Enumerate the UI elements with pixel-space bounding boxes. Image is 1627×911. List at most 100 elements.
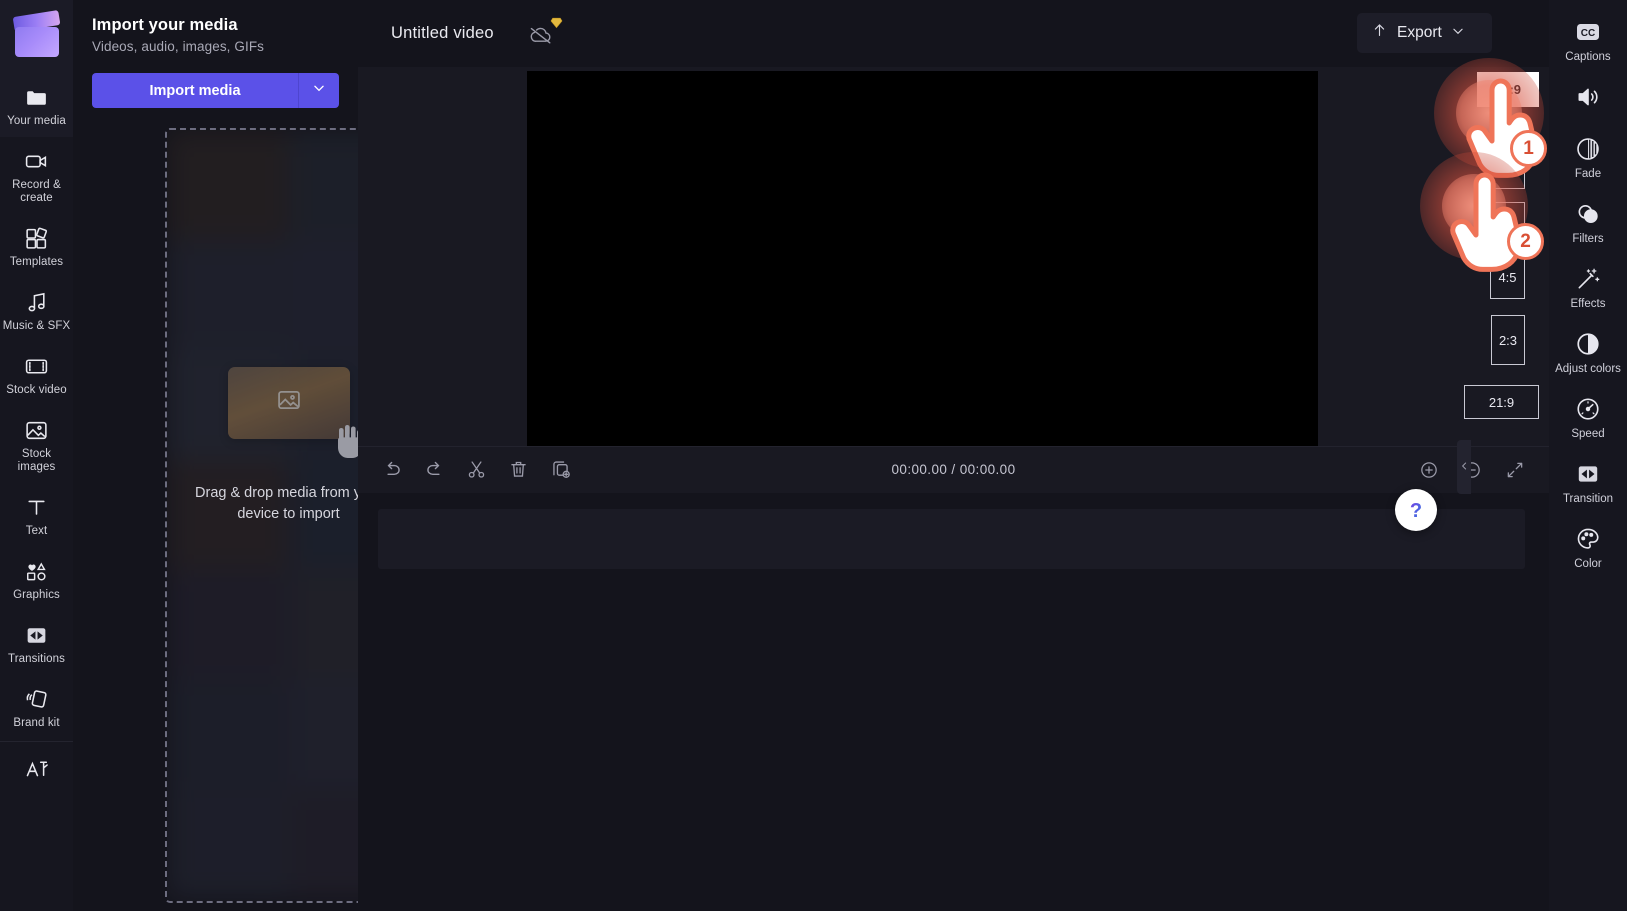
- sidebar-item-label: Brand kit: [13, 717, 60, 729]
- tool-label: Color: [1574, 558, 1602, 570]
- sidebar-item-templates[interactable]: Templates: [0, 214, 73, 278]
- sidebar-item-label: Music & SFX: [2, 320, 71, 332]
- tool-adjust-colors[interactable]: Adjust colors: [1549, 320, 1627, 385]
- scissors-icon[interactable]: [464, 457, 489, 482]
- editor-main-area: Untitled video Export 00:00.00 / 00:00.0…: [358, 0, 1549, 911]
- sidebar-item-label: Text: [25, 525, 48, 537]
- export-button[interactable]: Export: [1357, 13, 1492, 53]
- media-dropzone[interactable]: Drag & drop media from your device to im…: [165, 128, 358, 903]
- video-title[interactable]: Untitled video: [391, 24, 494, 43]
- export-label: Export: [1397, 24, 1442, 41]
- tool-label: Filters: [1572, 233, 1604, 245]
- sidebar-item-text[interactable]: Text: [0, 483, 73, 547]
- magic-wand-effects-icon: [1574, 265, 1602, 293]
- tool-volume[interactable]: [1549, 73, 1627, 125]
- fit-to-screen-icon[interactable]: [1502, 457, 1527, 482]
- timecode-separator: /: [947, 462, 960, 477]
- media-panel: Import your media Videos, audio, images,…: [73, 0, 358, 911]
- translate-language-icon: [24, 755, 50, 781]
- trash-icon[interactable]: [506, 457, 531, 482]
- color-palette-icon: [1574, 525, 1602, 553]
- speedometer-icon: [1574, 395, 1602, 423]
- zoom-in-circle-icon[interactable]: [1416, 457, 1441, 482]
- transition-icon: [1574, 460, 1602, 488]
- import-button-group: Import media: [92, 73, 339, 108]
- sidebar-item-brand-kit[interactable]: Brand kit: [0, 675, 73, 739]
- import-media-button[interactable]: Import media: [92, 73, 298, 108]
- sidebar-item-graphics[interactable]: Graphics: [0, 547, 73, 611]
- sidebar-item-your-media[interactable]: Your media: [0, 73, 73, 137]
- panel-subtitle: Videos, audio, images, GIFs: [92, 39, 265, 54]
- adjust-colors-contrast-icon: [1574, 330, 1602, 358]
- timeline-empty-track[interactable]: [378, 508, 1525, 569]
- timeline-zoom-tools: [1416, 457, 1527, 482]
- sidebar-item-label: Transitions: [8, 653, 65, 665]
- undo-arrow-icon[interactable]: [380, 457, 405, 482]
- film-strip-icon: [24, 353, 50, 379]
- aspect-ratio-1-1-option[interactable]: 1:1: [1489, 202, 1525, 238]
- fade-circle-icon: [1574, 135, 1602, 163]
- timecode-current: 00:00.00: [891, 462, 948, 477]
- aspect-ratio-9-16-option[interactable]: 9:16: [1491, 129, 1525, 189]
- sidebar-item-label: Record & create: [12, 179, 61, 204]
- sidebar-item-label: Stock video: [6, 384, 67, 396]
- video-preview-area: 5 5: [358, 67, 1549, 565]
- tool-speed[interactable]: Speed: [1549, 385, 1627, 450]
- tool-label: Effects: [1570, 298, 1606, 310]
- sidebar-item-label: Graphics: [13, 589, 60, 601]
- tool-filters[interactable]: Filters: [1549, 190, 1627, 255]
- tool-transition[interactable]: Transition: [1549, 450, 1627, 515]
- left-navigation-rail: Your media Record & create Templates Mus…: [0, 0, 73, 911]
- tool-label: Adjust colors: [1555, 363, 1621, 375]
- sidebar-item-label: Templates: [9, 256, 64, 268]
- help-button[interactable]: ?: [1395, 489, 1437, 531]
- gem-diamond-icon: [550, 16, 563, 29]
- timeline-toolbar: 00:00.00 / 00:00.00: [358, 445, 1549, 493]
- folder-icon: [24, 84, 50, 110]
- templates-grid-icon: [24, 225, 50, 251]
- sidebar-item-music-sfx[interactable]: Music & SFX: [0, 278, 73, 342]
- filters-circles-icon: [1574, 200, 1602, 228]
- tool-label: Captions: [1565, 51, 1611, 63]
- dropzone-preview-card: [227, 366, 358, 458]
- svg-text:CC: CC: [1581, 28, 1595, 39]
- aspect-ratio-16-9-option[interactable]: 16:9: [1477, 72, 1539, 107]
- aspect-ratio-2-3-option[interactable]: 2:3: [1491, 315, 1525, 365]
- sidebar-item-record-create[interactable]: Record & create: [0, 137, 73, 214]
- timecode-total: 00:00.00: [959, 462, 1016, 477]
- duplicate-plus-icon[interactable]: [548, 457, 573, 482]
- app-logo[interactable]: [0, 0, 73, 73]
- collapse-right-panel-button[interactable]: [1457, 440, 1471, 494]
- timecode-display: 00:00.00 / 00:00.00: [892, 462, 1016, 477]
- brand-kit-cards-icon: [24, 686, 50, 712]
- closed-captions-icon: CC: [1574, 18, 1602, 46]
- grab-hand-icon: [333, 421, 358, 461]
- tool-fade[interactable]: Fade: [1549, 125, 1627, 190]
- transition-icon: [24, 622, 50, 648]
- text-t-icon: [24, 494, 50, 520]
- timeline-tracks-area[interactable]: [358, 492, 1549, 911]
- tool-captions[interactable]: CC Captions: [1549, 8, 1627, 73]
- question-mark-icon: ?: [1410, 500, 1422, 522]
- tool-effects[interactable]: Effects: [1549, 255, 1627, 320]
- video-camera-icon: [24, 148, 50, 174]
- sidebar-item-transitions[interactable]: Transitions: [0, 611, 73, 675]
- aspect-ratio-21-9-option[interactable]: 21:9: [1464, 385, 1539, 419]
- sidebar-item-label: Stock images: [17, 448, 56, 473]
- import-media-dropdown-button[interactable]: [298, 73, 339, 108]
- shapes-icon: [24, 558, 50, 584]
- sidebar-item-stock-video[interactable]: Stock video: [0, 342, 73, 406]
- right-properties-rail: CC Captions Fade Filters Effects Adjust …: [1549, 0, 1627, 911]
- image-icon: [24, 417, 50, 443]
- sidebar-item-translate[interactable]: [0, 744, 73, 795]
- tool-color[interactable]: Color: [1549, 515, 1627, 580]
- chevron-left-icon: [1460, 460, 1469, 475]
- sidebar-item-stock-images[interactable]: Stock images: [0, 406, 73, 483]
- redo-arrow-icon[interactable]: [422, 457, 447, 482]
- aspect-ratio-4-5-option[interactable]: 4:5: [1490, 255, 1525, 299]
- cloud-sync-status-button[interactable]: [528, 16, 563, 49]
- image-placeholder-icon: [275, 386, 303, 419]
- clapperboard-logo-icon: [12, 9, 60, 57]
- clipchamp-editor-window: Your media Record & create Templates Mus…: [0, 0, 1627, 911]
- volume-speaker-icon: [1574, 83, 1602, 111]
